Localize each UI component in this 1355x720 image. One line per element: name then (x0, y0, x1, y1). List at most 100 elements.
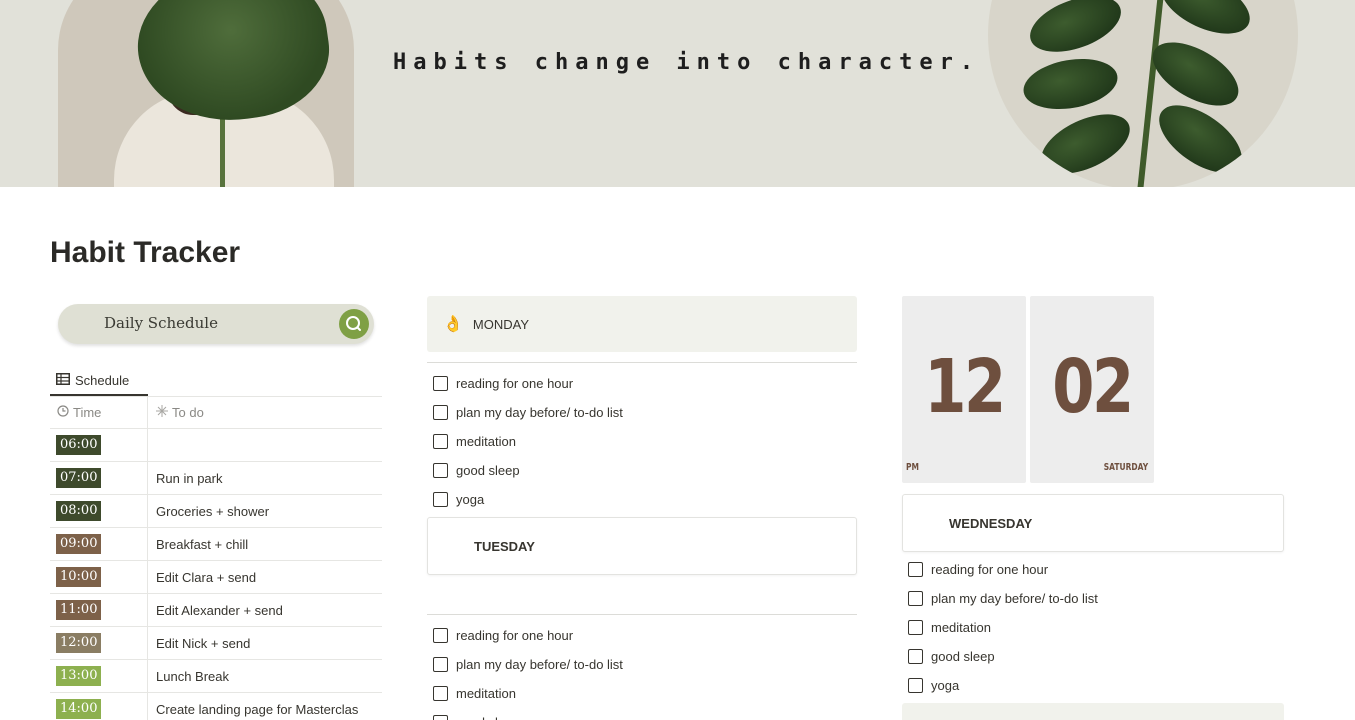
time-badge: 08:00 (56, 501, 102, 521)
time-cell[interactable]: 06:00 (50, 429, 148, 461)
tab-schedule[interactable]: Schedule (50, 366, 148, 396)
todo-cell[interactable]: Lunch Break (148, 660, 382, 692)
checkbox[interactable] (433, 405, 448, 420)
table-row[interactable]: 12:00 Edit Nick + send (50, 627, 382, 660)
daily-schedule-label: Daily Schedule (104, 314, 218, 332)
habit-label: reading for one hour (456, 376, 574, 391)
time-cell[interactable]: 12:00 (50, 627, 148, 659)
checkbox[interactable] (433, 492, 448, 507)
habit-label: good sleep (456, 715, 520, 720)
wednesday-habit-item: yoga (908, 671, 1098, 700)
table-row[interactable]: 13:00 Lunch Break (50, 660, 382, 693)
table-row[interactable]: 08:00 Groceries + shower (50, 495, 382, 528)
habit-label: yoga (931, 678, 960, 693)
table-row[interactable]: 06:00 (50, 429, 382, 462)
tuesday-callout[interactable]: TUESDAY (427, 517, 857, 575)
checkbox[interactable] (433, 715, 448, 720)
time-cell[interactable]: 10:00 (50, 561, 148, 593)
table-row[interactable]: 14:00 Create landing page for Masterclas (50, 693, 382, 720)
page-title: Habit Tracker (50, 236, 241, 269)
checkbox[interactable] (433, 628, 448, 643)
time-cell[interactable]: 07:00 (50, 462, 148, 494)
schedule-table-header: Time To do (50, 397, 382, 429)
table-row[interactable]: 10:00 Edit Clara + send (50, 561, 382, 594)
checkbox[interactable] (433, 376, 448, 391)
checkbox[interactable] (433, 463, 448, 478)
monday-habit-item: plan my day before/ to-do list (433, 398, 623, 427)
tuesday-label: TUESDAY (474, 538, 535, 554)
monday-habit-item: reading for one hour (433, 369, 623, 398)
monday-label: MONDAY (472, 316, 530, 332)
table-row[interactable]: 09:00 Breakfast + chill (50, 528, 382, 561)
wednesday-label: WEDNESDAY (949, 515, 1033, 531)
wednesday-callout[interactable]: WEDNESDAY (902, 494, 1284, 552)
column-todo[interactable]: To do (148, 397, 382, 428)
daily-schedule-search[interactable]: Daily Schedule (58, 304, 374, 344)
column-todo-label: To do (172, 405, 204, 420)
habit-label: reading for one hour (931, 562, 1049, 577)
wednesday-habit-item: reading for one hour (908, 555, 1098, 584)
tuesday-habit-list: reading for one hour plan my day before/ … (433, 621, 623, 720)
time-cell[interactable]: 13:00 (50, 660, 148, 692)
todo-cell[interactable]: Edit Clara + send (148, 561, 382, 593)
cover-photo-person-with-leaf (58, 0, 354, 187)
habit-label: good sleep (931, 649, 995, 664)
habit-label: good sleep (456, 463, 520, 478)
habit-label: yoga (456, 492, 485, 507)
checkbox[interactable] (908, 562, 923, 577)
time-badge: 13:00 (56, 666, 102, 686)
time-badge: 10:00 (56, 567, 102, 587)
column-time-label: Time (73, 405, 102, 420)
checkbox[interactable] (433, 657, 448, 672)
time-cell[interactable]: 09:00 (50, 528, 148, 560)
ok-hand-icon: 👌 (443, 316, 463, 333)
checkbox[interactable] (433, 434, 448, 449)
monday-divider (427, 362, 857, 363)
column-time[interactable]: Time (50, 397, 148, 428)
time-badge: 14:00 (56, 699, 102, 719)
monday-habit-item: meditation (433, 427, 623, 456)
todo-cell[interactable] (148, 429, 382, 461)
todo-cell[interactable]: Run in park (148, 462, 382, 494)
time-cell[interactable]: 11:00 (50, 594, 148, 626)
tuesday-habit-item: reading for one hour (433, 621, 623, 650)
checkbox[interactable] (433, 686, 448, 701)
time-badge: 12:00 (56, 633, 102, 653)
tuesday-divider (427, 614, 857, 615)
time-badge: 09:00 (56, 534, 102, 554)
time-badge: 11:00 (56, 600, 102, 620)
table-row[interactable]: 11:00 Edit Alexander + send (50, 594, 382, 627)
wednesday-habit-item: good sleep (908, 642, 1098, 671)
checkbox[interactable] (908, 591, 923, 606)
clock-icon (57, 405, 69, 420)
todo-cell[interactable]: Groceries + shower (148, 495, 382, 527)
habit-label: plan my day before/ to-do list (456, 405, 623, 420)
todo-cell[interactable]: Edit Alexander + send (148, 594, 382, 626)
cover-banner: Habits change into character. (0, 0, 1355, 187)
time-badge: 07:00 (56, 468, 102, 488)
todo-cell[interactable]: Edit Nick + send (148, 627, 382, 659)
time-cell[interactable]: 08:00 (50, 495, 148, 527)
table-row[interactable]: 07:00 Run in park (50, 462, 382, 495)
todo-cell[interactable]: Create landing page for Masterclas (148, 693, 382, 720)
cover-tagline: Habits change into character. (393, 50, 981, 75)
checkbox[interactable] (908, 620, 923, 635)
tuesday-habit-item: plan my day before/ to-do list (433, 650, 623, 679)
clock-minute: 02 (1052, 344, 1134, 430)
habit-label: meditation (931, 620, 991, 635)
habit-label: meditation (456, 686, 516, 701)
clock-minute-card: 02 SATURDAY (1030, 296, 1154, 483)
checkbox[interactable] (908, 649, 923, 664)
thursday-callout[interactable] (902, 703, 1284, 720)
todo-cell[interactable]: Breakfast + chill (148, 528, 382, 560)
clock-hour: 12 (924, 344, 1006, 430)
clock-hour-card: 12 PM (902, 296, 1026, 483)
search-icon[interactable] (339, 309, 369, 339)
sparkle-icon (156, 405, 168, 420)
time-cell[interactable]: 14:00 (50, 693, 148, 720)
wednesday-habit-item: meditation (908, 613, 1098, 642)
monday-habit-list: reading for one hour plan my day before/ … (433, 369, 623, 514)
cover-photo-plant (988, 0, 1298, 187)
monday-callout[interactable]: 👌 MONDAY (427, 296, 857, 352)
checkbox[interactable] (908, 678, 923, 693)
